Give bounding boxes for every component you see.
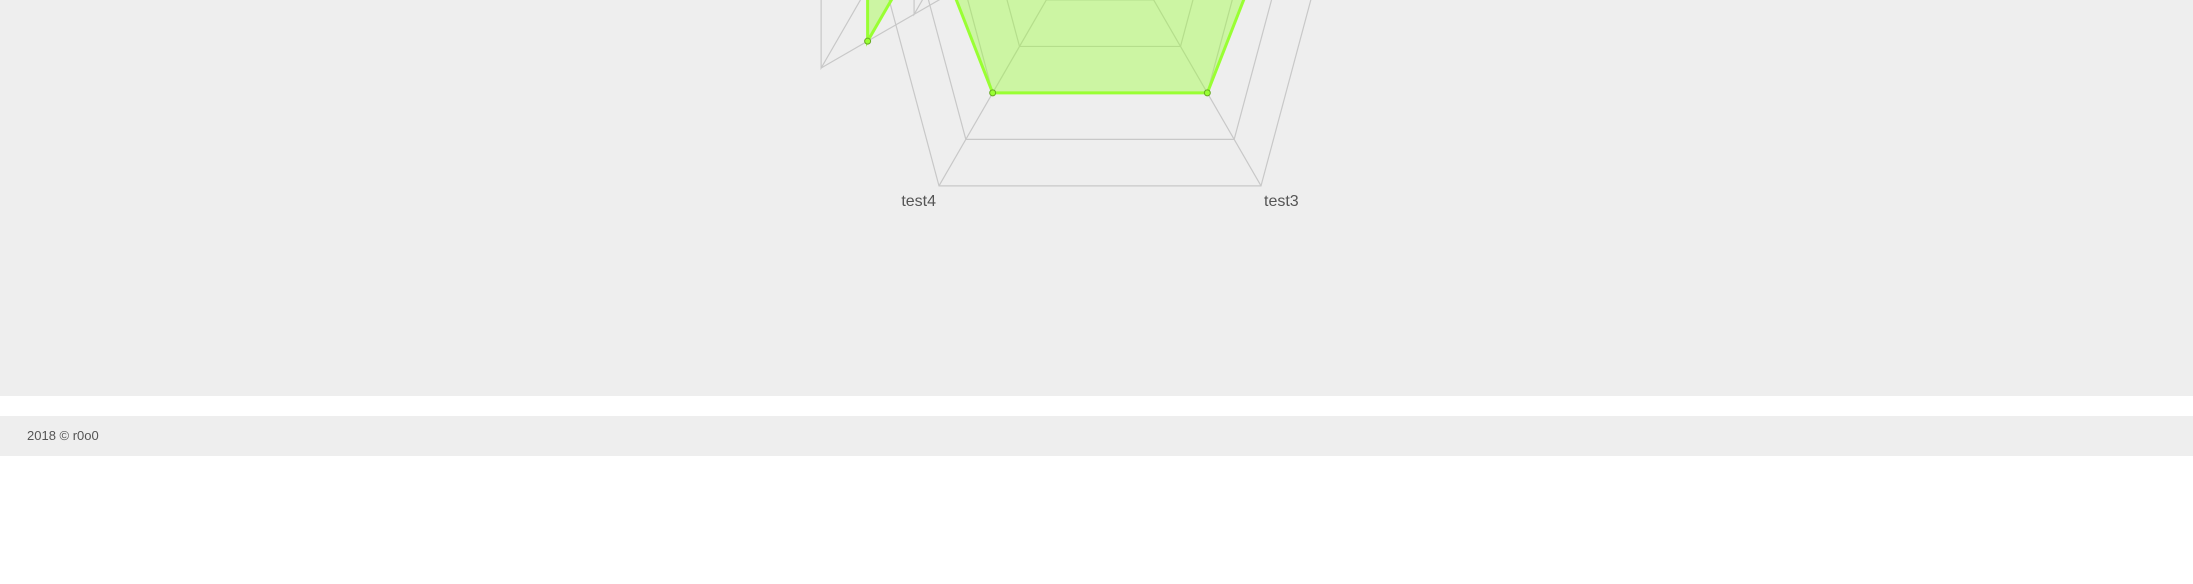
axis-label-test4: test4 (901, 193, 936, 210)
series-point-test4 (989, 89, 997, 97)
chart-panel: test4 test3 (0, 0, 2193, 396)
series-area (866, 0, 1246, 95)
footer: 2018 © r0o0 (0, 416, 2193, 456)
series-point-test3 (1203, 89, 1211, 97)
series-point-test6 (864, 37, 872, 45)
footer-copyright: 2018 © r0o0 (27, 428, 99, 443)
axis-label-test3: test3 (1264, 193, 1299, 210)
radar-chart: test4 test3 (820, 0, 1312, 210)
